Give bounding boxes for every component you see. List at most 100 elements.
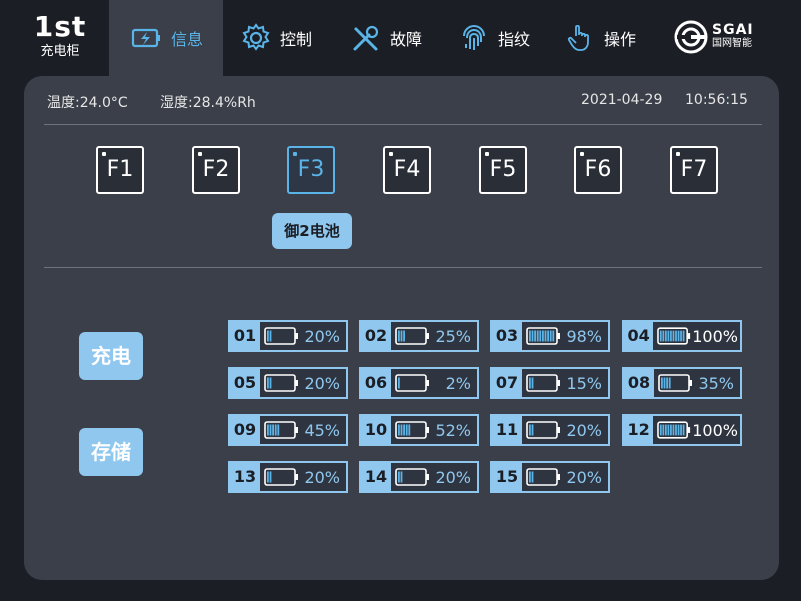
battery-percent: 45% [304,420,340,440]
floor-label: F2 [202,157,230,182]
battery-slot-10[interactable]: 10 52% [359,414,479,446]
cabinet-number: 1st [33,10,87,43]
battery-slot-15[interactable]: 15 20% [490,461,610,493]
logo-name: SGAI [712,22,754,38]
battery-level-icon [657,421,691,439]
battery-slot-number: 04 [624,322,654,350]
battery-level-icon [264,327,298,345]
temperature-readout: 温度:24.0°C [47,95,128,111]
tab-fingerprint-label: 指纹 [498,30,531,49]
tab-operation-label: 操作 [604,30,637,49]
battery-percent: 100% [692,420,738,440]
battery-slot-number: 11 [492,416,522,444]
cabinet-name: 充电柜 [40,44,80,59]
battery-slot-02[interactable]: 02 25% [359,320,479,352]
battery-slot-number: 13 [230,463,260,491]
top-divider [44,124,762,125]
battery-slot-number: 03 [492,322,522,350]
battery-percent: 20% [304,373,340,393]
floor-label: F7 [680,157,708,182]
selected-floor-badge: 御2电池 [272,213,352,249]
company-logo: SGAI 国网智能 [674,20,754,54]
battery-slot-08[interactable]: 08 35% [622,367,742,399]
floor-label: F5 [489,157,517,182]
floor-button-f5[interactable]: F5 [479,146,527,194]
tab-info[interactable]: 信息 [109,0,223,76]
tab-control-label: 控制 [280,30,313,49]
battery-slot-number: 06 [361,369,391,397]
time-readout: 10:56:15 [685,92,748,108]
storage-button[interactable]: 存储 [79,428,143,476]
floor-label: F3 [297,157,325,182]
battery-percent: 20% [435,467,471,487]
sgai-logo-icon [674,20,708,54]
battery-level-icon [395,327,429,345]
humidity-readout: 湿度:28.4%Rh [160,95,256,111]
battery-slot-number: 02 [361,322,391,350]
floor-label: F1 [106,157,134,182]
battery-slot-14[interactable]: 14 20% [359,461,479,493]
tab-fault-label: 故障 [390,30,423,49]
date-readout: 2021-04-29 [581,92,663,108]
fingerprint-icon [463,24,485,50]
battery-slot-number: 09 [230,416,260,444]
tab-control[interactable]: 控制 [240,0,312,76]
floor-button-f4[interactable]: F4 [383,146,431,194]
battery-percent: 20% [566,420,602,440]
logo-subtitle: 国网智能 [712,38,752,49]
battery-slot-05[interactable]: 05 20% [228,367,348,399]
battery-slot-07[interactable]: 07 15% [490,367,610,399]
battery-slot-number: 05 [230,369,260,397]
battery-slot-12[interactable]: 12 100% [622,414,742,446]
battery-percent: 20% [304,467,340,487]
battery-slot-04[interactable]: 04 100% [622,320,742,352]
tab-fingerprint[interactable]: 指纹 [458,0,530,76]
battery-level-icon [526,421,560,439]
battery-level-icon [264,468,298,486]
battery-level-icon [526,327,560,345]
middle-divider [44,267,762,268]
battery-slot-number: 08 [624,369,654,397]
battery-level-icon [657,327,691,345]
tab-fault[interactable]: 故障 [350,0,422,76]
battery-slot-09[interactable]: 09 45% [228,414,348,446]
battery-percent: 20% [566,467,602,487]
battery-percent: 20% [304,326,340,346]
floor-label: F6 [584,157,612,182]
battery-slot-06[interactable]: 06 2% [359,367,479,399]
battery-slot-number: 14 [361,463,391,491]
cabinet-brand: 1st 充电柜 [30,12,90,60]
tab-operation[interactable]: 操作 [564,0,636,76]
floor-label: F4 [393,157,421,182]
battery-percent: 25% [435,326,471,346]
battery-percent: 100% [692,326,738,346]
battery-level-icon [395,374,429,392]
floor-button-f2[interactable]: F2 [192,146,240,194]
battery-percent: 2% [445,373,471,393]
tab-info-label: 信息 [171,30,204,49]
battery-level-icon [264,374,298,392]
battery-slot-13[interactable]: 13 20% [228,461,348,493]
battery-slot-number: 12 [624,416,654,444]
battery-slot-11[interactable]: 11 20% [490,414,610,446]
battery-level-icon [526,374,560,392]
top-bar: 1st 充电柜 信息 控制 故障 指纹 操作 SGAI 国网智能 [0,0,801,76]
battery-percent: 98% [566,326,602,346]
floor-button-f1[interactable]: F1 [96,146,144,194]
battery-percent: 15% [566,373,602,393]
gear-icon [242,23,270,51]
battery-slot-03[interactable]: 03 98% [490,320,610,352]
battery-slot-01[interactable]: 01 20% [228,320,348,352]
battery-level-icon [395,421,429,439]
floor-button-f3[interactable]: F3 [287,146,335,194]
battery-percent: 52% [435,420,471,440]
hand-pointer-icon [567,24,589,51]
battery-level-icon [526,468,560,486]
battery-slot-number: 07 [492,369,522,397]
floor-button-f7[interactable]: F7 [670,146,718,194]
battery-level-icon [658,374,692,392]
charge-button[interactable]: 充电 [79,332,143,380]
battery-charge-icon [131,28,160,48]
battery-percent: 35% [698,373,734,393]
floor-button-f6[interactable]: F6 [574,146,622,194]
